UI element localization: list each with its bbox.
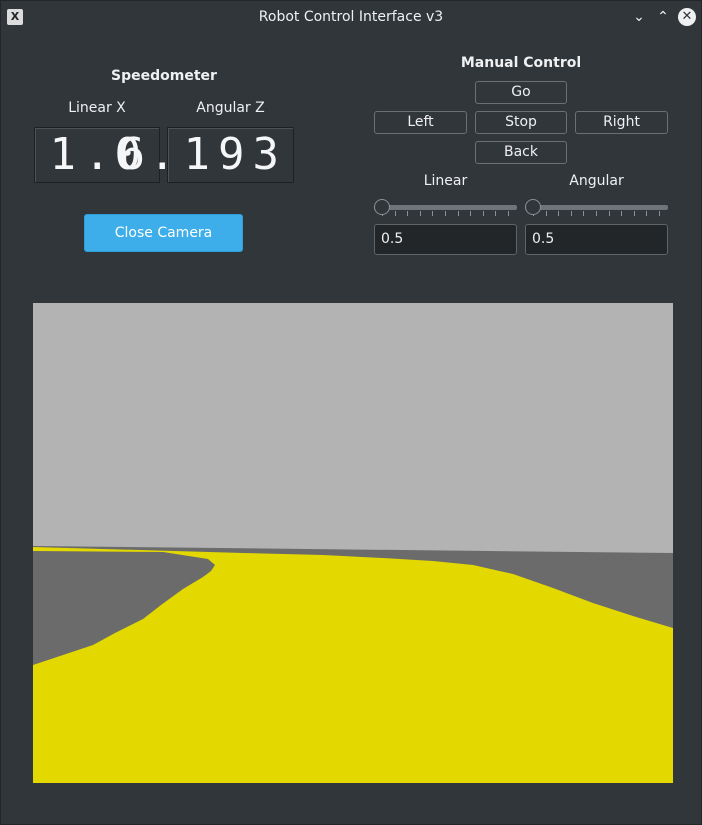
linear-slider-ticks bbox=[382, 211, 509, 217]
close-camera-button[interactable]: Close Camera bbox=[84, 214, 243, 252]
angular-slider-groove bbox=[525, 205, 668, 210]
angular-slider-handle[interactable] bbox=[525, 199, 541, 215]
go-button[interactable]: Go bbox=[475, 81, 567, 104]
minimize-icon[interactable]: ⌄ bbox=[630, 8, 648, 26]
main-window: X Robot Control Interface v3 ⌄ ⌃ ✕ Speed… bbox=[0, 0, 702, 825]
linear-slider-handle[interactable] bbox=[374, 199, 390, 215]
linear-slider[interactable] bbox=[374, 198, 517, 218]
angular-slider-ticks bbox=[533, 211, 660, 217]
speedometer-title: Speedometer bbox=[111, 68, 217, 84]
left-button[interactable]: Left bbox=[374, 111, 467, 134]
manual-control-title: Manual Control bbox=[460, 55, 582, 71]
angular-slider-label: Angular bbox=[569, 173, 624, 189]
title-bar[interactable]: X Robot Control Interface v3 ⌄ ⌃ ✕ bbox=[1, 1, 701, 33]
linear-speed-input[interactable]: 0.5 bbox=[374, 224, 517, 255]
window-title: Robot Control Interface v3 bbox=[258, 9, 444, 25]
linear-slider-label: Linear bbox=[423, 173, 468, 189]
linear-slider-groove bbox=[374, 205, 517, 210]
angular-speed-input[interactable]: 0.5 bbox=[525, 224, 668, 255]
back-button[interactable]: Back bbox=[475, 141, 567, 164]
maximize-icon[interactable]: ⌃ bbox=[654, 8, 672, 26]
angular-z-value: 0.193 bbox=[114, 129, 287, 180]
angular-slider[interactable] bbox=[525, 198, 668, 218]
camera-scene bbox=[33, 303, 673, 783]
angular-z-label: Angular Z bbox=[196, 100, 265, 116]
close-icon[interactable]: ✕ bbox=[678, 8, 696, 26]
linear-x-label: Linear X bbox=[68, 100, 126, 116]
camera-view bbox=[33, 303, 673, 783]
stop-button[interactable]: Stop bbox=[475, 111, 567, 134]
right-button[interactable]: Right bbox=[575, 111, 668, 134]
angular-z-display: 0.193 bbox=[115, 127, 294, 183]
